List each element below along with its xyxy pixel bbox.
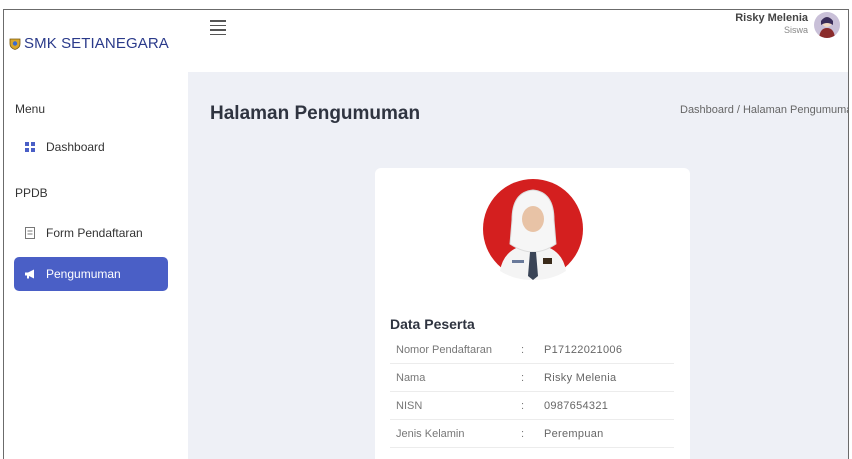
- table-row: Nama : Risky Melenia: [390, 364, 674, 392]
- row-separator: :: [521, 399, 525, 412]
- brand[interactable]: SMK SETIANEGARA: [9, 35, 169, 52]
- table-row: Jenis Kelamin : Perempuan: [390, 420, 674, 448]
- ppdb-heading: PPDB: [15, 186, 48, 200]
- sidebar-item-label: Pengumuman: [46, 267, 121, 281]
- participant-card: Data Peserta Nomor Pendaftaran : P171220…: [375, 168, 690, 459]
- row-label: Jenis Kelamin: [396, 427, 465, 440]
- app-window: SMK SETIANEGARA Menu Dashboard PPDB Form…: [3, 9, 849, 459]
- menu-heading: Menu: [15, 102, 46, 116]
- participant-photo: [483, 179, 583, 280]
- breadcrumb[interactable]: Dashboard / Halaman Pengumuman: [680, 104, 848, 116]
- user-name: Risky Melenia: [735, 12, 808, 24]
- megaphone-icon: [24, 269, 36, 279]
- participant-data-table: Nomor Pendaftaran : P17122021006 Nama : …: [390, 336, 674, 448]
- row-value: Perempuan: [544, 427, 604, 440]
- table-row: Nomor Pendaftaran : P17122021006: [390, 336, 674, 364]
- school-logo-icon: [9, 38, 21, 50]
- sidebar-item-pengumuman[interactable]: Pengumuman: [14, 257, 168, 291]
- data-section-title: Data Peserta: [390, 316, 475, 332]
- row-value: P17122021006: [544, 343, 623, 356]
- row-value: Risky Melenia: [544, 371, 617, 384]
- row-label: Nomor Pendaftaran: [396, 343, 492, 356]
- user-menu[interactable]: Risky Melenia Siswa: [735, 12, 840, 38]
- hamburger-menu-icon[interactable]: [210, 20, 226, 38]
- document-icon: [24, 227, 36, 239]
- page-title: Halaman Pengumuman: [210, 103, 421, 124]
- user-role: Siswa: [783, 25, 808, 36]
- row-label: Nama: [396, 371, 426, 384]
- grid-icon: [24, 142, 36, 152]
- sidebar: SMK SETIANEGARA Menu Dashboard PPDB Form…: [4, 10, 188, 459]
- table-row: NISN : 0987654321: [390, 392, 674, 420]
- sidebar-item-label: Form Pendaftaran: [46, 226, 143, 240]
- sidebar-item-dashboard[interactable]: Dashboard: [14, 130, 168, 164]
- topbar: Risky Melenia Siswa: [188, 10, 848, 72]
- row-separator: :: [521, 343, 525, 356]
- avatar[interactable]: [814, 12, 840, 38]
- row-separator: :: [521, 427, 525, 440]
- brand-name: SMK SETIANEGARA: [24, 35, 169, 52]
- sidebar-item-form-pendaftaran[interactable]: Form Pendaftaran: [14, 216, 168, 250]
- row-separator: :: [521, 371, 525, 384]
- row-label: NISN: [396, 399, 423, 412]
- sidebar-item-label: Dashboard: [46, 140, 105, 154]
- row-value: 0987654321: [544, 399, 609, 412]
